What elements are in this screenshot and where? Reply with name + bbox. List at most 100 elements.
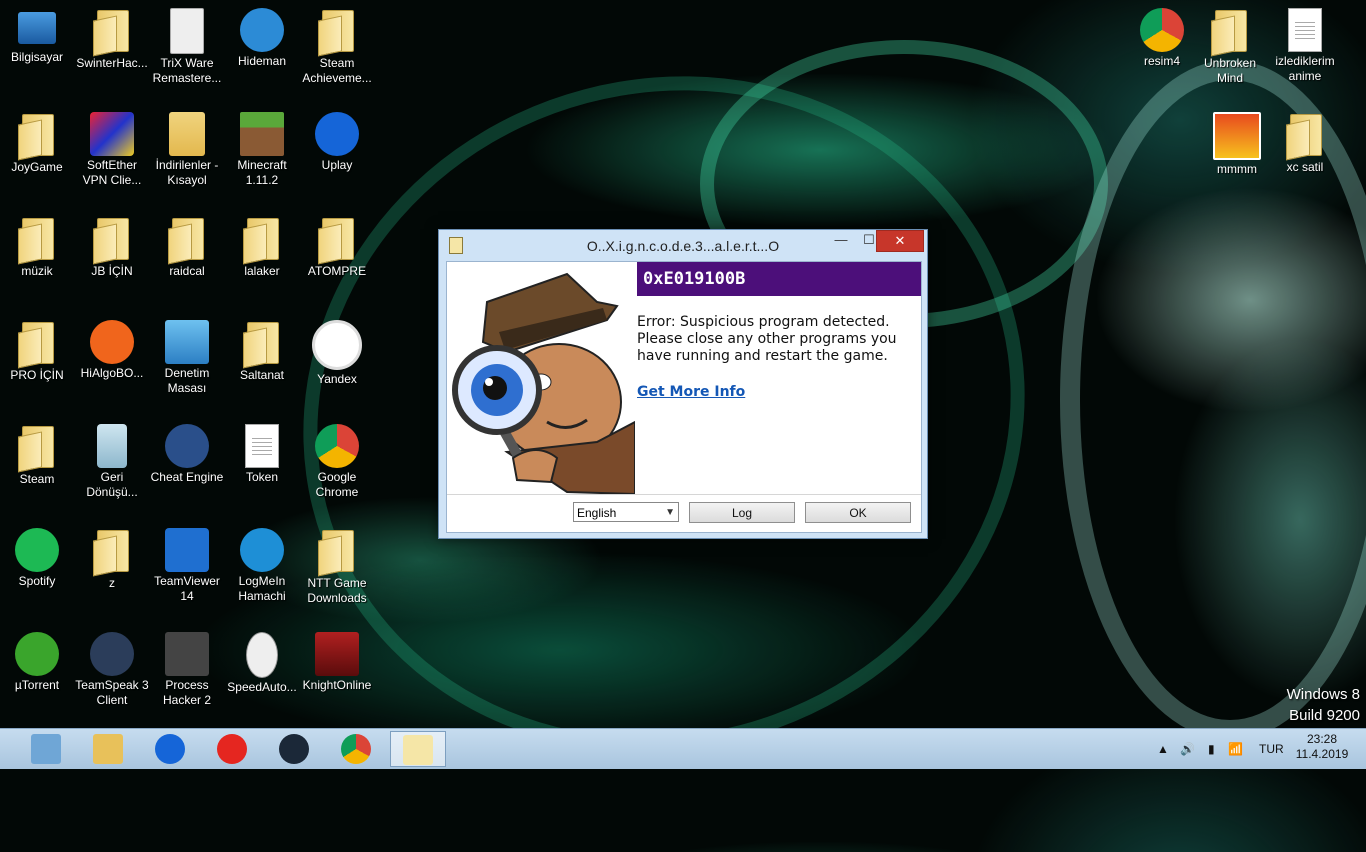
network-icon[interactable]: 📶 xyxy=(1228,729,1243,769)
taskbar-yandex-button[interactable] xyxy=(204,731,260,767)
desktop-icon-unbroken-mind[interactable]: Unbroken Mind xyxy=(1193,6,1267,106)
chrome-icon xyxy=(1140,8,1184,52)
desktop-icon-z[interactable]: z xyxy=(75,526,149,626)
desktop-icon-process-hacker-2[interactable]: Process Hacker 2 xyxy=(150,630,224,730)
desktop-icon-label: SoftEther VPN Clie... xyxy=(82,158,142,187)
ok-button[interactable]: OK xyxy=(805,502,911,523)
show-hidden-icons-button[interactable]: ▲ xyxy=(1157,729,1169,769)
desktop-icon-minecraft-1-11-2[interactable]: Minecraft 1.11.2 xyxy=(225,110,299,210)
desktop-icon-xc-satil[interactable]: xc satil xyxy=(1268,110,1342,210)
text-document-icon xyxy=(1288,8,1322,52)
desktop-icon-cheat-engine[interactable]: Cheat Engine xyxy=(150,422,224,522)
desktop-icon-logmein-hamachi[interactable]: LogMeIn Hamachi xyxy=(225,526,299,626)
desktop-icon-speedauto-[interactable]: SpeedAuto... xyxy=(225,630,299,730)
taskbar-file-explorer-button[interactable] xyxy=(80,731,136,767)
taskbar-uplay-button[interactable] xyxy=(142,731,198,767)
yandex-icon xyxy=(312,320,362,370)
hideman-icon xyxy=(240,8,284,52)
desktop-icon-label: JoyGame xyxy=(11,160,63,174)
folder-icon xyxy=(95,530,129,572)
desktop-icon-label: PRO İÇİN xyxy=(10,368,64,382)
volume-icon[interactable]: 🔊 xyxy=(1180,729,1195,769)
clock[interactable]: 23:28 11.4.2019 xyxy=(1294,732,1350,762)
desktop-icon-geri-dönüşü-[interactable]: Geri Dönüşü... xyxy=(75,422,149,522)
desktop-icon-label: lalaker xyxy=(244,264,280,278)
desktop-icon-label: müzik xyxy=(21,264,53,278)
folder-icon xyxy=(170,218,204,260)
desktop-icon-steam-achieveme-[interactable]: Steam Achieveme... xyxy=(300,6,374,106)
desktop-icon-yandex[interactable]: Yandex xyxy=(300,318,374,418)
watermark-line2: Build 9200 xyxy=(1289,707,1360,724)
folder-icon xyxy=(1288,114,1322,156)
desktop-icon-label: Geri Dönüşü... xyxy=(86,470,138,499)
get-more-info-link[interactable]: Get More Info xyxy=(637,384,745,400)
taskbar-computer-button[interactable] xyxy=(18,731,74,767)
desktop-icon--torrent[interactable]: µTorrent xyxy=(0,630,74,730)
watermark-line1: Windows 8 xyxy=(1286,686,1360,703)
desktop-icon-hideman[interactable]: Hideman xyxy=(225,6,299,106)
dialog-titlebar[interactable]: O..X.i.g.n.c.o.d.e.3...a.l.e.r.t...O — ☐… xyxy=(439,230,927,260)
desktop-icon-raidcal[interactable]: raidcal xyxy=(150,214,224,314)
desktop-icon-denetim-masası[interactable]: Denetim Masası xyxy=(150,318,224,418)
image-icon xyxy=(1213,112,1261,160)
desktop-icon-bilgisayar[interactable]: Bilgisayar xyxy=(0,6,74,106)
spotify-icon xyxy=(15,528,59,572)
folder-icon xyxy=(20,114,54,156)
uplay-icon xyxy=(315,112,359,156)
dialog-client-area: 0xE019100B Error: Suspicious program det… xyxy=(446,261,922,533)
desktop-icon-lalaker[interactable]: lalaker xyxy=(225,214,299,314)
battery-icon[interactable]: ▮ xyxy=(1208,729,1215,769)
detective-magnifier-icon xyxy=(452,272,636,496)
mouse-icon xyxy=(246,632,278,678)
desktop-icon-knightonline[interactable]: KnightOnline xyxy=(300,630,374,730)
minimize-button[interactable]: — xyxy=(827,230,855,250)
close-button[interactable]: ✕ xyxy=(876,230,924,252)
desktop-icon-uplay[interactable]: Uplay xyxy=(300,110,374,210)
desktop-icon-spotify[interactable]: Spotify xyxy=(0,526,74,626)
taskbar-steam-button[interactable] xyxy=(266,731,322,767)
input-language[interactable]: TUR xyxy=(1259,729,1284,769)
desktop-icon-izlediklerim-anime[interactable]: izlediklerim anime xyxy=(1268,6,1342,106)
desktop-icon-token[interactable]: Token xyxy=(225,422,299,522)
taskbar: ▲ 🔊 ▮ 📶 TUR 23:28 11.4.2019 xyxy=(0,728,1366,769)
desktop-icon-steam[interactable]: Steam xyxy=(0,422,74,522)
desktop-icon-teamspeak-3-client[interactable]: TeamSpeak 3 Client xyxy=(75,630,149,730)
downloads-folder-icon xyxy=(169,112,205,156)
process-hacker-icon xyxy=(165,632,209,676)
desktop-icon-resim4[interactable]: resim4 xyxy=(1125,6,1199,106)
desktop-icon-hialgobo-[interactable]: HiAlgoBO... xyxy=(75,318,149,418)
desktop-icon-trix-ware-remastere-[interactable]: TriX Ware Remastere... xyxy=(150,6,224,106)
desktop-icon-pro-i-çi-n[interactable]: PRO İÇİN xyxy=(0,318,74,418)
desktop-icon-jb-i-çi-n[interactable]: JB İÇİN xyxy=(75,214,149,314)
desktop-icon-google-chrome[interactable]: Google Chrome xyxy=(300,422,374,522)
desktop-icon-teamviewer-14[interactable]: TeamViewer 14 xyxy=(150,526,224,626)
desktop-icon-softether-vpn-clie-[interactable]: SoftEther VPN Clie... xyxy=(75,110,149,210)
language-select[interactable]: English ▼ xyxy=(573,502,679,522)
desktop-icon-ntt-game-downloads[interactable]: NTT Game Downloads xyxy=(300,526,374,626)
recycle-bin-icon xyxy=(97,424,127,468)
desktop-icon-müzik[interactable]: müzik xyxy=(0,214,74,314)
clock-time: 23:28 xyxy=(1306,732,1338,746)
desktop-icon-label: Minecraft 1.11.2 xyxy=(237,158,287,187)
log-button[interactable]: Log xyxy=(689,502,795,523)
taskbar-clipboard-app-button[interactable] xyxy=(390,731,446,767)
chrome-icon xyxy=(315,424,359,468)
folder-icon xyxy=(245,322,279,364)
desktop-icon-joygame[interactable]: JoyGame xyxy=(0,110,74,210)
desktop-icon-mmmm[interactable]: mmmm xyxy=(1200,110,1274,210)
hialgo-icon xyxy=(90,320,134,364)
folder-icon xyxy=(1213,10,1247,52)
desktop-icon-label: Steam Achieveme... xyxy=(302,56,372,85)
desktop-icon-label: Cheat Engine xyxy=(150,470,224,484)
language-select-value: English xyxy=(577,506,617,520)
folder-icon xyxy=(20,426,54,468)
uplay-icon xyxy=(155,734,185,764)
desktop-icon-label: TeamViewer 14 xyxy=(154,574,220,603)
desktop-icon-label: Bilgisayar xyxy=(10,50,64,64)
desktop-icon-swinterhac-[interactable]: SwinterHac... xyxy=(75,6,149,106)
desktop-icon-atompre[interactable]: ATOMPRE xyxy=(300,214,374,314)
taskbar-chrome-button[interactable] xyxy=(328,731,384,767)
desktop-icon-saltanat[interactable]: Saltanat xyxy=(225,318,299,418)
steam-icon xyxy=(279,734,309,764)
desktop-icon-i-ndirilenler-kısayol[interactable]: İndirilenler - Kısayol xyxy=(150,110,224,210)
